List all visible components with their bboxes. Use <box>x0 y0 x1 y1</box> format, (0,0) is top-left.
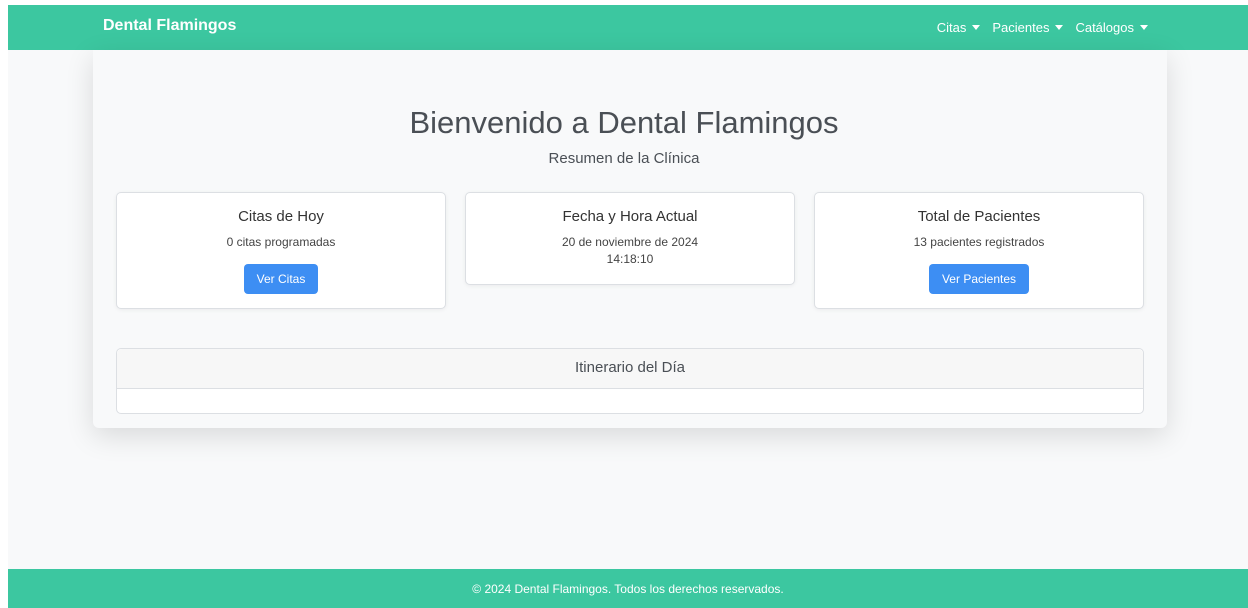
current-time: 14:18:10 <box>606 252 654 266</box>
current-date: 20 de noviembre de 2024 <box>561 235 699 249</box>
caret-down-icon <box>972 25 981 30</box>
card-text: 0 citas programadas <box>226 235 336 249</box>
ver-citas-button[interactable]: Ver Citas <box>243 264 319 294</box>
card-title: Citas de Hoy <box>238 208 324 225</box>
card-fecha-hora: Fecha y Hora Actual 20 de noviembre de 2… <box>465 192 795 285</box>
page-subtitle: Resumen de la Clínica <box>548 150 700 167</box>
caret-down-icon <box>1140 25 1148 30</box>
card-title: Fecha y Hora Actual <box>562 208 698 225</box>
card-title: Total de Pacientes <box>917 208 1041 225</box>
nav-dropdown-pacientes[interactable]: Pacientes <box>992 20 1064 35</box>
caret-down-icon <box>1055 25 1064 30</box>
card-total-pacientes: Total de Pacientes 13 pacientes registra… <box>814 192 1144 309</box>
card-text: 13 pacientes registrados <box>913 235 1045 249</box>
nav-dropdown-catalogos[interactable]: Catálogos <box>1075 20 1148 35</box>
nav-dropdown-citas[interactable]: Citas <box>937 20 981 35</box>
nav-item-label: Citas <box>936 20 967 35</box>
navbar: Dental Flamingos Citas Pacientes Catálog… <box>8 5 1248 50</box>
nav-menu: Citas Pacientes Catálogos <box>937 20 1148 35</box>
nav-item-label: Pacientes <box>992 20 1050 35</box>
page-title: Bienvenido a Dental Flamingos <box>409 105 839 140</box>
itinerary-title: Itinerario del Día <box>117 349 1143 389</box>
footer-text: © 2024 Dental Flamingos. Todos los derec… <box>472 582 784 596</box>
itinerary-card: Itinerario del Día <box>116 348 1144 414</box>
brand-link[interactable]: Dental Flamingos <box>103 17 236 35</box>
nav-item-label: Catálogos <box>1075 20 1134 35</box>
ver-pacientes-button[interactable]: Ver Pacientes <box>928 264 1030 294</box>
card-text: 20 de noviembre de 2024 14:18:10 <box>466 234 794 268</box>
card-citas-hoy: Citas de Hoy 0 citas programadas Ver Cit… <box>116 192 446 309</box>
footer: © 2024 Dental Flamingos. Todos los derec… <box>8 569 1248 608</box>
